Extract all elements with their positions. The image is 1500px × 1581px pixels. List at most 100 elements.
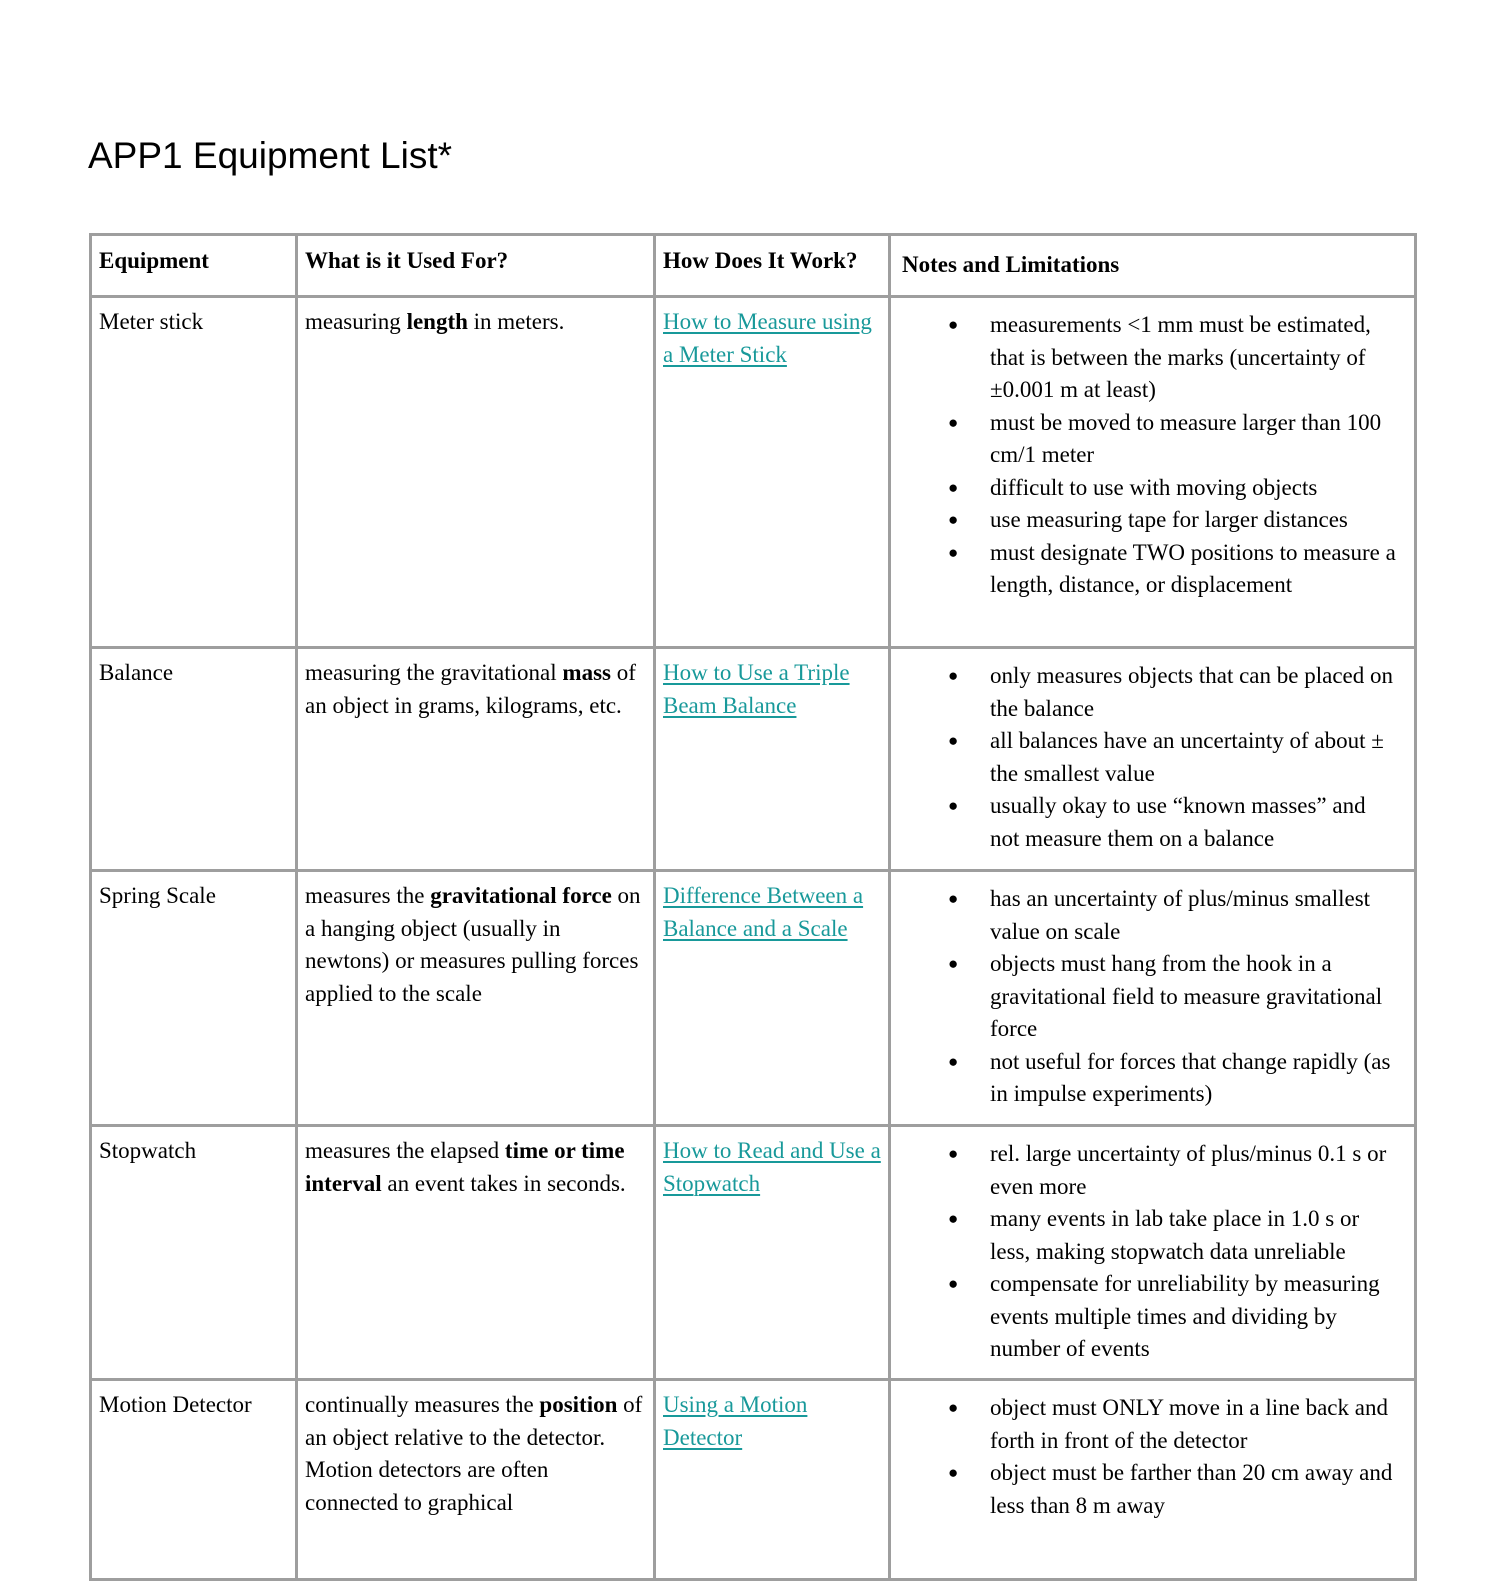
used-for-emphasis: length — [406, 309, 468, 334]
notes-list: ● has an uncertainty of plus/minus smalle… — [891, 883, 1398, 1111]
table-row: Spring Scale measures the gravitational … — [89, 869, 1417, 1127]
document-title: APP1 Equipment List* — [88, 135, 453, 176]
how-it-works-cell: Using a Motion Detector — [653, 1378, 891, 1581]
bullet-icon: ● — [948, 1274, 959, 1293]
notes-item: ● compensate for unreliability by measuri… — [891, 1268, 1398, 1366]
notes-item-text: difficult to use with moving objects — [990, 474, 1318, 500]
bullet-icon: ● — [948, 1144, 959, 1163]
how-to-link[interactable]: How to Read and Use a Stopwatch — [663, 1138, 881, 1196]
notes-item: ● all balances have an uncertainty of abo… — [891, 725, 1398, 790]
notes-cell: ● object must ONLY move in a line back an… — [888, 1378, 1417, 1581]
bullet-icon: ● — [948, 666, 959, 685]
notes-item-text: usually okay to use “known masses” and n… — [990, 793, 1366, 851]
notes-item: ● objects must hang from the hook in a gr… — [891, 948, 1398, 1046]
notes-list: ● measurements <1 mm must be estimated, t… — [891, 309, 1398, 602]
notes-list: ● only measures objects that can be place… — [891, 660, 1398, 855]
notes-item: ● many events in lab take place in 1.0 s … — [891, 1203, 1398, 1268]
notes-item-text: many events in lab take place in 1.0 s o… — [990, 1206, 1360, 1264]
notes-item: ● must be moved to measure larger than 10… — [891, 407, 1398, 472]
bullet-icon: ● — [948, 1463, 959, 1482]
notes-list: ● rel. large uncertainty of plus/minus 0.… — [891, 1138, 1398, 1366]
equipment-name: Spring Scale — [89, 869, 298, 1127]
bullet-icon: ● — [948, 1209, 959, 1228]
used-for-description: measuring length in meters. — [295, 295, 656, 649]
bullet-icon: ● — [948, 412, 959, 432]
notes-item: ● use measuring tape for larger distances — [891, 504, 1398, 537]
used-for-description: measures the gravitational force on a ha… — [295, 869, 656, 1127]
used-for-text: measuring the gravitational — [305, 660, 563, 685]
notes-item: ● object must be farther than 20 cm away … — [891, 1457, 1398, 1522]
notes-list: ● object must ONLY move in a line back an… — [891, 1392, 1398, 1522]
equipment-name: Balance — [89, 646, 298, 872]
how-it-works-cell: Difference Between a Balance and a Scale — [653, 869, 891, 1127]
notes-item: ● has an uncertainty of plus/minus smalle… — [891, 883, 1398, 948]
table-header-row: Equipment What is it Used For? How Does … — [89, 233, 1417, 298]
how-to-link[interactable]: Using a Motion Detector — [663, 1392, 807, 1450]
bullet-icon: ● — [948, 542, 959, 562]
header-notes-limitations: Notes and Limitations — [888, 233, 1417, 298]
notes-item: ● measurements <1 mm must be estimated, t… — [891, 309, 1398, 407]
notes-item-text: use measuring tape for larger distances — [990, 507, 1348, 532]
bullet-icon: ● — [948, 1398, 959, 1417]
how-to-link[interactable]: How to Use a Triple Beam Balance — [663, 660, 850, 718]
notes-item-text: rel. large uncertainty of plus/minus 0.1… — [990, 1141, 1387, 1199]
notes-item: ● difficult to use with moving objects — [891, 472, 1398, 505]
used-for-text: an event takes in seconds. — [381, 1170, 626, 1196]
how-to-link[interactable]: Difference Between a Balance and a Scale — [663, 883, 863, 941]
used-for-description: measuring the gravitational mass of an o… — [295, 646, 656, 872]
bullet-icon: ● — [948, 731, 959, 750]
notes-cell: ● has an uncertainty of plus/minus smalle… — [888, 869, 1417, 1127]
notes-item: ● only measures objects that can be place… — [891, 660, 1398, 725]
equipment-table: Equipment What is it Used For? How Does … — [89, 233, 1417, 1581]
used-for-text: measuring — [305, 309, 407, 334]
notes-cell: ● measurements <1 mm must be estimated, t… — [888, 295, 1417, 649]
notes-item: ● must designate TWO positions to measure… — [891, 537, 1398, 602]
notes-cell: ● only measures objects that can be place… — [888, 646, 1417, 872]
notes-item-text: compensate for unreliability by measurin… — [990, 1271, 1380, 1361]
notes-item: ● rel. large uncertainty of plus/minus 0.… — [891, 1138, 1398, 1203]
equipment-name: Motion Detector — [89, 1378, 298, 1581]
used-for-text: measures the elapsed — [305, 1138, 505, 1163]
bullet-icon: ● — [948, 889, 959, 908]
table-row: Stopwatch measures the elapsed time or t… — [89, 1124, 1417, 1381]
used-for-emphasis: position — [539, 1392, 618, 1417]
header-how-it-works: How Does It Work? — [653, 233, 891, 298]
how-it-works-cell: How to Use a Triple Beam Balance — [653, 646, 891, 872]
notes-item-text: object must be farther than 20 cm away a… — [990, 1460, 1393, 1518]
bullet-icon: ● — [948, 796, 959, 815]
notes-item: ● usually okay to use “known masses” and … — [891, 790, 1398, 855]
used-for-description: measures the elapsed time or time interv… — [295, 1124, 656, 1381]
used-for-emphasis: gravitational force — [430, 883, 612, 908]
notes-cell: ● rel. large uncertainty of plus/minus 0.… — [888, 1124, 1417, 1381]
used-for-emphasis: mass — [562, 660, 611, 685]
notes-item-text: objects must hang from the hook in a gra… — [990, 951, 1383, 1041]
bullet-icon: ● — [948, 954, 959, 973]
used-for-description: continually measures the position of an … — [295, 1378, 656, 1581]
notes-item-text: has an uncertainty of plus/minus smalles… — [990, 886, 1371, 944]
used-for-text: continually measures the — [305, 1392, 540, 1417]
header-used-for: What is it Used For? — [295, 233, 656, 298]
equipment-name: Stopwatch — [89, 1124, 298, 1381]
how-it-works-cell: How to Measure using a Meter Stick — [653, 295, 891, 649]
table-row: Balance measuring the gravitational mass… — [89, 646, 1417, 872]
bullet-icon: ● — [948, 477, 959, 497]
table-row: Motion Detector continually measures the… — [89, 1378, 1417, 1581]
notes-item-text: must be moved to measure larger than 100… — [990, 409, 1382, 468]
notes-item-text: not useful for forces that change rapidl… — [990, 1048, 1391, 1107]
notes-item-text: object must ONLY move in a line back and… — [990, 1395, 1388, 1453]
notes-item-text: must designate TWO positions to measure … — [990, 539, 1396, 598]
bullet-icon: ● — [948, 315, 959, 334]
notes-item: ● not useful for forces that change rapid… — [891, 1046, 1398, 1111]
used-for-text: in meters. — [467, 309, 565, 334]
notes-item: ● object must ONLY move in a line back an… — [891, 1392, 1398, 1457]
bullet-icon: ● — [948, 1051, 959, 1071]
header-equipment: Equipment — [89, 233, 298, 298]
notes-item-text: measurements <1 mm must be estimated, th… — [990, 312, 1371, 402]
equipment-name: Meter stick — [89, 295, 298, 649]
how-it-works-cell: How to Read and Use a Stopwatch — [653, 1124, 891, 1381]
how-to-link[interactable]: How to Measure using a Meter Stick — [663, 309, 872, 367]
notes-item-text: all balances have an uncertainty of abou… — [990, 728, 1384, 786]
table-row: Meter stick measuring length in meters. … — [89, 295, 1417, 649]
notes-item-text: only measures objects that can be placed… — [990, 663, 1393, 721]
bullet-icon: ● — [948, 510, 959, 529]
